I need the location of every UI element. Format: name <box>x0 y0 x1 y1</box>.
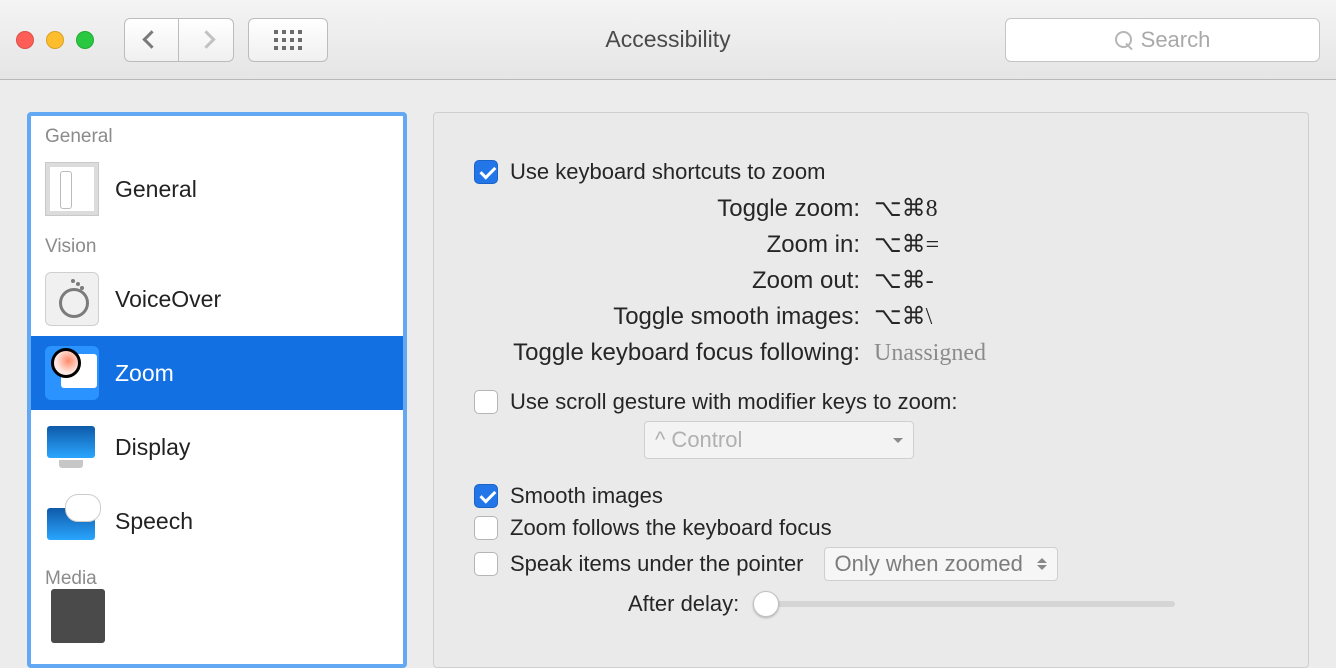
sidebar-item-label: Speech <box>115 508 193 535</box>
speak-mode-value: Only when zoomed <box>835 551 1023 577</box>
shortcut-toggle-zoom-label: Toggle zoom: <box>474 191 874 227</box>
checkbox-speak-items[interactable] <box>474 552 498 576</box>
row-use-scroll-gesture: Use scroll gesture with modifier keys to… <box>474 389 1268 415</box>
shortcut-zoom-out-label: Zoom out: <box>474 263 874 299</box>
shortcut-zoom-out-value: ⌥⌘- <box>874 263 934 299</box>
zoom-window-button[interactable] <box>76 31 94 49</box>
sidebar-section-vision: Vision <box>31 226 403 262</box>
sidebar-item-label: Zoom <box>115 360 174 387</box>
shortcut-zoom-in-value: ⌥⌘= <box>874 227 939 263</box>
row-zoom-follows-focus: Zoom follows the keyboard focus <box>474 515 1268 541</box>
sidebar: General General Vision VoiceOver Zoom Di… <box>27 112 407 668</box>
shortcut-toggle-zoom-value: ⌥⌘8 <box>874 191 938 227</box>
label-use-keyboard-shortcuts: Use keyboard shortcuts to zoom <box>510 159 825 185</box>
row-speak-items: Speak items under the pointer Only when … <box>474 547 1268 581</box>
sidebar-item-display[interactable]: Display <box>31 410 403 484</box>
checkbox-smooth-images[interactable] <box>474 484 498 508</box>
sidebar-item-zoom[interactable]: Zoom <box>31 336 403 410</box>
sidebar-item-media[interactable] <box>31 594 403 634</box>
speak-mode-popup[interactable]: Only when zoomed <box>824 547 1058 581</box>
chevron-down-icon <box>893 438 903 448</box>
row-smooth-images: Smooth images <box>474 483 1268 509</box>
chevron-right-icon <box>197 30 215 48</box>
sidebar-section-general: General <box>31 116 403 152</box>
row-modifier-dropdown: ^ Control <box>644 421 1268 459</box>
voiceover-icon <box>45 272 99 326</box>
sidebar-item-voiceover[interactable]: VoiceOver <box>31 262 403 336</box>
sidebar-item-label: Display <box>115 434 190 461</box>
label-zoom-follows-focus: Zoom follows the keyboard focus <box>510 515 832 541</box>
grid-icon <box>274 30 302 50</box>
modifier-key-value: ^ Control <box>655 427 742 453</box>
search-placeholder: Search <box>1141 27 1211 53</box>
slider-knob[interactable] <box>753 591 779 617</box>
display-icon <box>45 420 99 474</box>
sidebar-item-general[interactable]: General <box>31 152 403 226</box>
label-after-delay: After delay: <box>628 591 739 617</box>
speech-icon <box>45 494 99 548</box>
forward-button[interactable] <box>179 18 234 62</box>
row-use-keyboard-shortcuts: Use keyboard shortcuts to zoom <box>474 159 1268 185</box>
sidebar-item-label: General <box>115 176 197 203</box>
back-button[interactable] <box>124 18 179 62</box>
shortcut-toggle-focus-value: Unassigned <box>874 335 986 371</box>
close-window-button[interactable] <box>16 31 34 49</box>
checkbox-use-scroll-gesture[interactable] <box>474 390 498 414</box>
shortcut-toggle-smooth-label: Toggle smooth images: <box>474 299 874 335</box>
label-smooth-images: Smooth images <box>510 483 663 509</box>
show-all-button[interactable] <box>248 18 328 62</box>
window-titlebar: Accessibility Search <box>0 0 1336 80</box>
search-icon <box>1115 31 1133 49</box>
checkbox-use-keyboard-shortcuts[interactable] <box>474 160 498 184</box>
shortcut-toggle-focus-label: Toggle keyboard focus following: <box>474 335 874 371</box>
modifier-key-dropdown[interactable]: ^ Control <box>644 421 914 459</box>
after-delay-slider[interactable] <box>755 601 1175 607</box>
shortcut-zoom-in-label: Zoom in: <box>474 227 874 263</box>
zoom-icon <box>45 346 99 400</box>
traffic-lights <box>16 31 94 49</box>
label-use-scroll-gesture: Use scroll gesture with modifier keys to… <box>510 389 958 415</box>
nav-buttons <box>124 18 234 62</box>
sidebar-item-speech[interactable]: Speech <box>31 484 403 558</box>
media-icon <box>51 589 105 643</box>
sidebar-item-label: VoiceOver <box>115 286 221 313</box>
shortcut-toggle-smooth-value: ⌥⌘\ <box>874 299 932 335</box>
search-input[interactable]: Search <box>1005 18 1320 62</box>
general-icon <box>45 162 99 216</box>
label-speak-items: Speak items under the pointer <box>510 551 804 577</box>
row-after-delay: After delay: <box>628 591 1268 617</box>
up-down-icon <box>1037 553 1047 575</box>
content-area: General General Vision VoiceOver Zoom Di… <box>0 80 1336 668</box>
checkbox-zoom-follows-focus[interactable] <box>474 516 498 540</box>
shortcut-list: Toggle zoom: ⌥⌘8 Zoom in: ⌥⌘= Zoom out: … <box>474 191 1268 371</box>
minimize-window-button[interactable] <box>46 31 64 49</box>
settings-pane: Use keyboard shortcuts to zoom Toggle zo… <box>433 112 1309 668</box>
chevron-left-icon <box>142 30 160 48</box>
